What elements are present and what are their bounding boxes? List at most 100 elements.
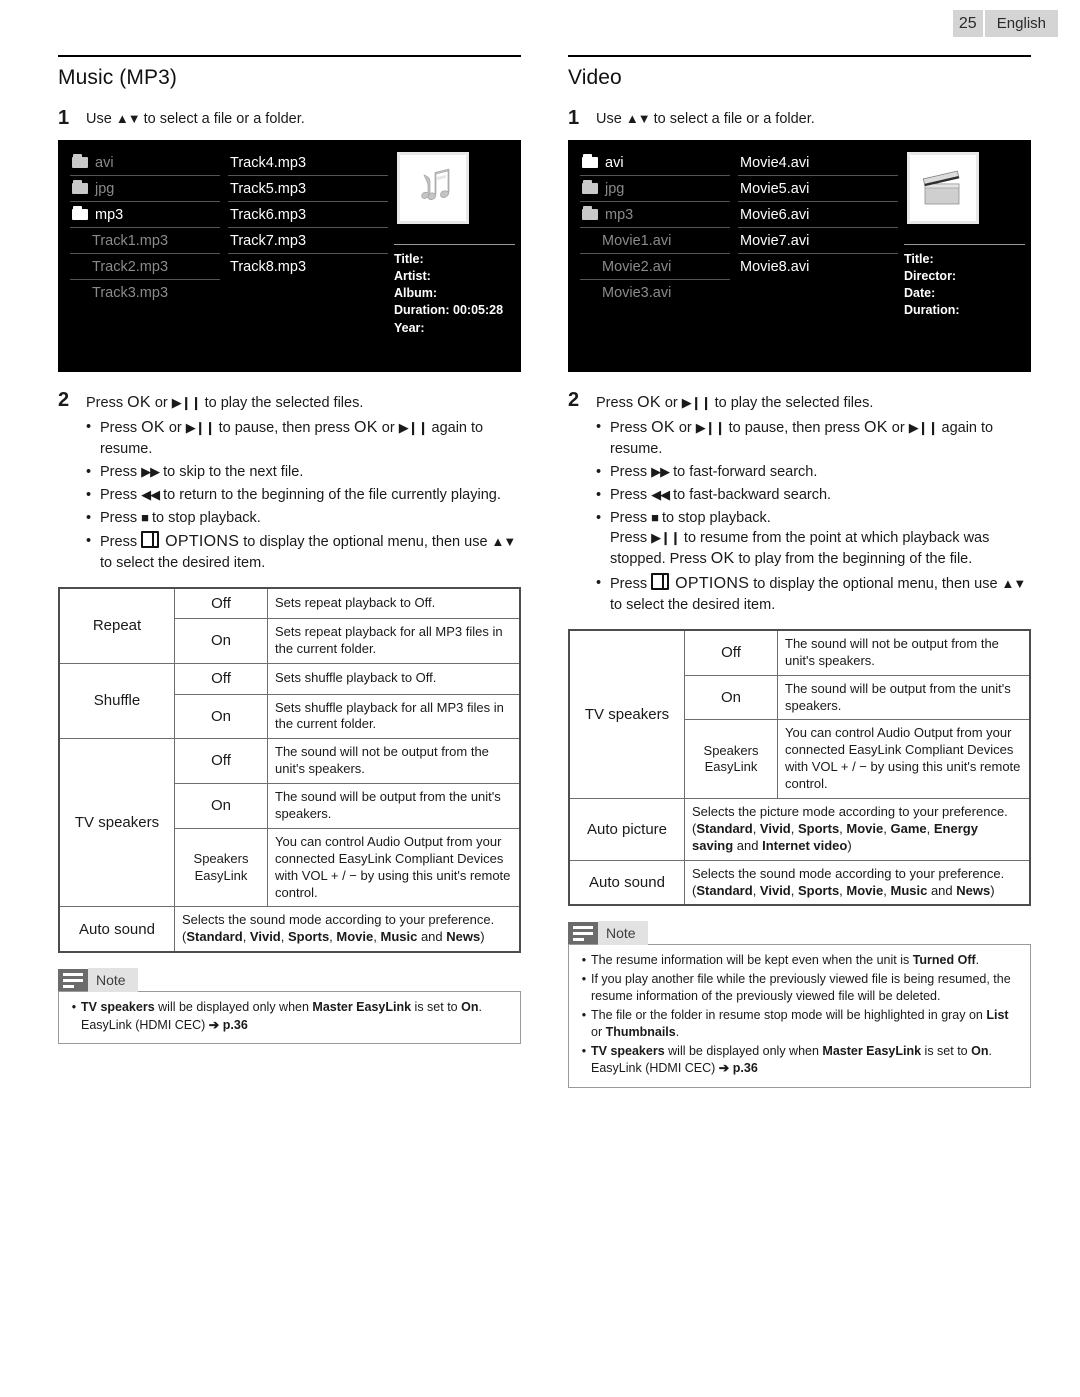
option-description-cell: The sound will not be output from the un… [267,738,521,785]
bullet-text: Press ■ to stop playback. [100,509,261,526]
option-name-cell: Repeat [58,587,175,665]
list-item[interactable]: Track4.mp3 [228,150,388,176]
bullet-text: Press OPTIONS to display the optional me… [610,572,1027,613]
music-metadata-panel: Title: Artist: Album: Duration: 00:05:28 Yea… [394,244,515,337]
list-item-label: Movie4.avi [740,154,810,171]
bullet-dot: • [596,418,602,435]
up-down-arrow-icon: ▲▼ [625,111,651,126]
page-number: 25 [952,10,983,37]
list-item[interactable]: Track6.mp3 [228,202,388,228]
section-rule [568,55,1031,57]
list-item-label: avi [605,154,624,171]
list-item[interactable]: Track3.mp3 [70,280,220,305]
bullet-dot: • [86,532,92,549]
bullet-dot: • [581,971,587,986]
list-item[interactable]: Movie2.avi [580,254,730,280]
ok-key-label: OK [710,549,735,567]
list-item[interactable]: jpg [580,176,730,202]
list-item[interactable]: Track2.mp3 [70,254,220,280]
list-item[interactable]: Movie3.avi [580,280,730,305]
metadata-field: Year: [394,320,425,335]
list-item[interactable]: Track8.mp3 [228,254,388,279]
music-section: Music (MP3) 1 Use ▲▼ to select a file or… [58,55,521,1045]
arrow-right-icon: ➔ [208,1017,220,1032]
list-item[interactable]: Movie7.avi [738,228,898,254]
list-item[interactable]: avi [70,150,220,176]
list-item[interactable]: mp3 [70,202,220,228]
bullet-text: Press ◀◀ to fast-backward search. [610,486,832,503]
list-item[interactable]: Movie4.avi [738,150,898,176]
list-item[interactable]: jpg [70,176,220,202]
bullet-dot: • [596,463,602,480]
video-browser-screen[interactable]: avi jpg mp3 Movie1.avi Movie2.avi Movie3.avi … [568,140,1031,372]
metadata-field: Date: [904,286,936,301]
table-row: Repeat Off Sets repeat playback to Off. [58,587,521,665]
up-down-arrow-icon: ▲▼ [491,533,517,549]
list-item-label: Movie5.avi [740,180,810,197]
option-name-cell: Shuffle [58,663,175,740]
option-description-cell: You can control Audio Output from your c… [777,719,1031,799]
options-icon [141,530,160,548]
list-item[interactable]: Movie1.avi [580,228,730,254]
list-item[interactable]: avi [580,150,730,176]
bullet-text: Press ▶▶ to skip to the next file. [100,463,304,480]
option-description-cell: Selects the sound mode according to your… [174,906,521,953]
option-value-cell: On [174,693,268,740]
bullet-text: Press OK or ▶❙❙ to pause, then press OK … [100,418,484,457]
list-item[interactable]: Track1.mp3 [70,228,220,254]
option-value-cell: Off [174,738,268,785]
page-title-video: Video [568,66,622,89]
step-number: 2 [568,389,580,411]
list-item[interactable]: Movie6.avi [738,202,898,228]
stop-icon: ■ [141,509,149,525]
option-description-cell: Selects the picture mode according to yo… [684,797,1031,861]
step-number: 1 [58,107,70,129]
bullet-dot: • [596,509,602,526]
music-step-2: 2 Press OK or ▶❙❙ to play the selected f… [58,389,521,414]
up-down-arrow-icon: ▲▼ [1001,575,1027,591]
music-file-column[interactable]: Track4.mp3 Track5.mp3 Track6.mp3 Track7.mp3… [228,150,388,279]
fast-forward-icon: ▶▶ [651,463,670,479]
video-options-table: TV speakers Off The sound will not be outp… [568,628,1031,907]
option-description-cell: The sound will be output from the unit's… [267,783,521,829]
list-item[interactable]: mp3 [580,202,730,228]
folder-icon [72,154,88,168]
arrow-right-icon: ➔ [718,1061,730,1076]
ok-key-label: OK [651,418,675,436]
list-item[interactable]: Movie8.avi [738,254,898,279]
list-item-label: Track1.mp3 [92,232,169,249]
video-section: Video 1 Use ▲▼ to select a file or a fol… [568,55,1031,1088]
note-item: • If you play another file while the prev… [577,971,1022,1006]
bullet-text: Press OK or ▶❙❙ to pause, then press OK … [610,418,994,457]
video-folder-column[interactable]: avi jpg mp3 Movie1.avi Movie2.avi Movie3.avi [580,150,730,305]
bullet-dot: • [596,486,602,503]
metadata-field: Duration: 00:05:28 [394,303,504,318]
metadata-field: Album: [394,286,438,301]
option-value-cell: Speakers EasyLink [684,719,778,799]
list-item-label: Movie2.avi [602,258,672,275]
metadata-field: Duration: [904,303,960,318]
music-folder-column[interactable]: avi jpg mp3 Track1.mp3 Track2.mp3 Track3.mp3 [70,150,220,305]
bullet-dot: • [86,418,92,435]
video-file-column[interactable]: Movie4.avi Movie5.avi Movie6.avi Movie7.avi… [738,150,898,279]
list-item[interactable]: Track5.mp3 [228,176,388,202]
option-value-cell: On [174,783,268,829]
fast-forward-icon: ▶▶ [141,463,160,479]
list-item[interactable]: Track7.mp3 [228,228,388,254]
folder-icon [582,180,598,194]
play-pause-icon: ▶❙❙ [185,419,216,435]
folder-icon [582,206,598,220]
table-row: TV speakers Off The sound will not be outp… [58,738,521,908]
list-item[interactable]: Movie5.avi [738,176,898,202]
bullet-dot: • [86,486,92,503]
note-item-text: TV speakers will be displayed only when … [591,1043,992,1076]
music-browser-screen[interactable]: avi jpg mp3 Track1.mp3 Track2.mp3 Track3.mp3 … [58,140,521,372]
instruction-bullet: • Press ▶▶ to skip to the next file. [86,462,521,482]
play-pause-icon: ▶❙❙ [695,419,726,435]
note-header: Note [568,921,1031,946]
note-item: • The resume information will be kept eve… [577,952,1022,970]
stop-icon: ■ [651,509,659,525]
play-pause-icon: ▶❙❙ [651,529,681,545]
note-item-text: TV speakers will be displayed only when … [81,1000,482,1032]
note-item: • TV speakers will be displayed only when… [67,999,512,1034]
